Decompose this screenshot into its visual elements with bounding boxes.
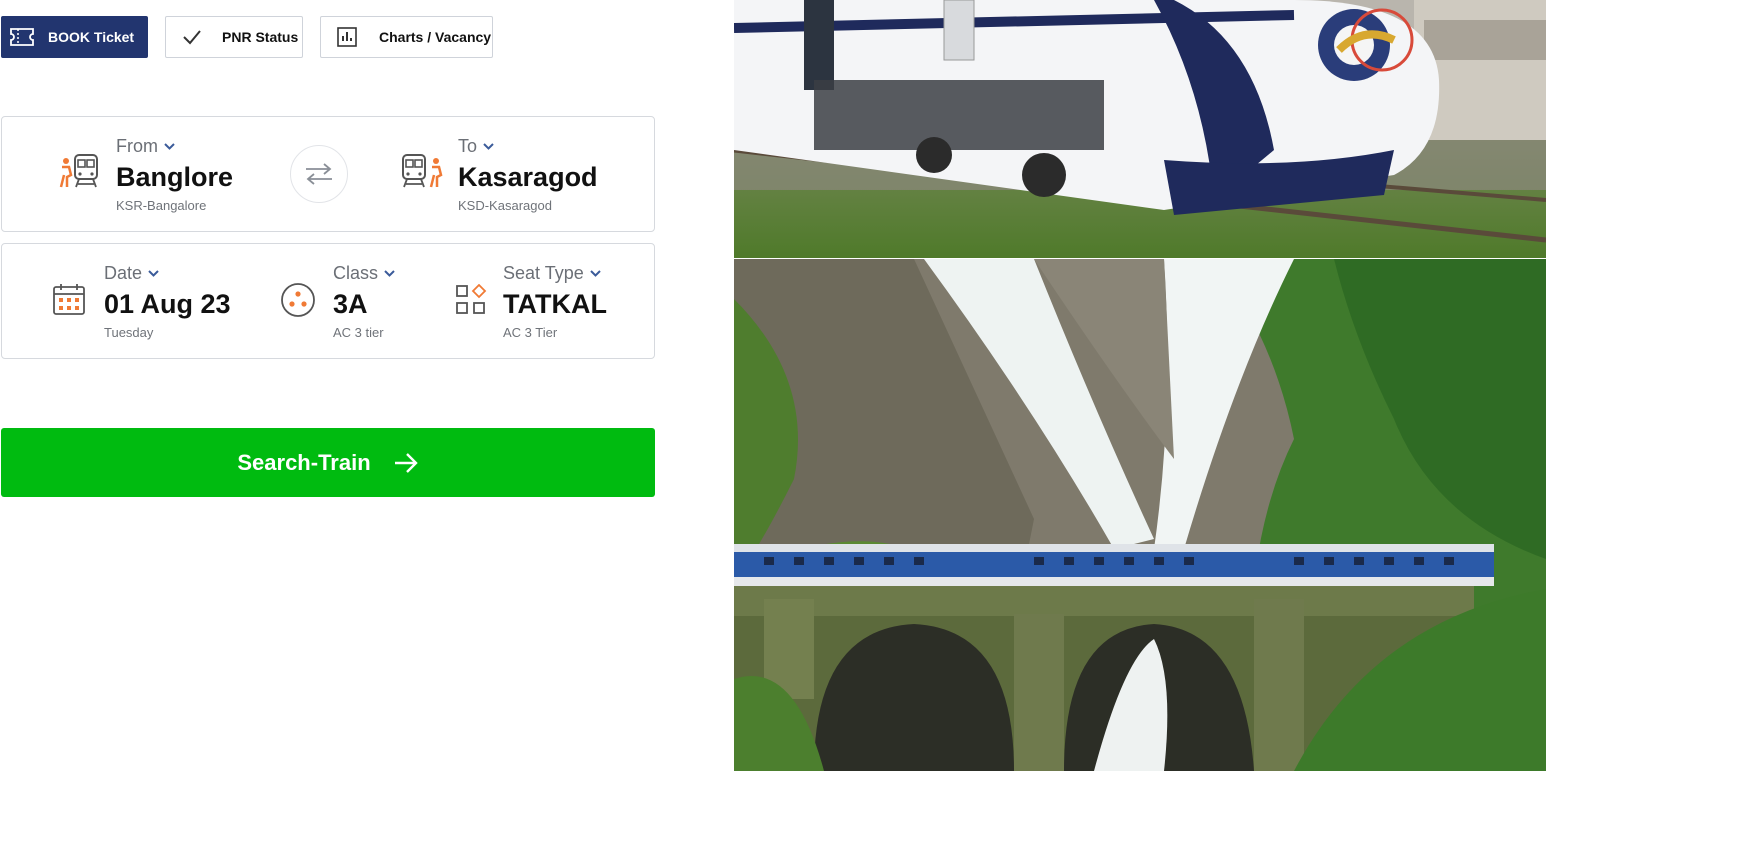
tab-charts-vacancy-label: Charts / Vacancy bbox=[379, 29, 492, 45]
route-card: From Banglore KSR-Bangalore To Kasaragod… bbox=[1, 116, 655, 232]
to-label: To bbox=[458, 136, 478, 156]
grid-apps-icon bbox=[455, 283, 487, 321]
calendar-icon bbox=[52, 282, 86, 321]
tab-book-ticket[interactable]: BOOK Ticket bbox=[1, 16, 148, 58]
class-seat-icon bbox=[280, 282, 316, 323]
chevron-down-icon bbox=[483, 143, 494, 150]
from-label-row: From bbox=[116, 136, 175, 157]
train-passenger-icon bbox=[400, 151, 444, 196]
from-station-field[interactable]: From Banglore KSR-Bangalore bbox=[2, 117, 282, 231]
from-station-code: KSR-Bangalore bbox=[116, 198, 207, 213]
date-value: 01 Aug 23 bbox=[104, 289, 231, 319]
date-weekday: Tuesday bbox=[104, 325, 154, 340]
swap-arrows-icon bbox=[306, 163, 332, 185]
chevron-down-icon bbox=[148, 270, 159, 277]
from-label: From bbox=[116, 136, 158, 156]
class-value: 3A bbox=[333, 289, 368, 319]
date-label-row: Date bbox=[104, 263, 159, 284]
seat-type-field[interactable]: Seat Type TATKAL AC 3 Tier bbox=[447, 244, 654, 358]
class-label: Class bbox=[333, 263, 379, 283]
bar-chart-icon bbox=[327, 27, 367, 47]
to-station-code: KSD-Kasaragod bbox=[458, 198, 552, 213]
vande-bharat-train-photo bbox=[734, 0, 1546, 258]
class-description: AC 3 tier bbox=[333, 325, 384, 340]
class-field[interactable]: Class 3A AC 3 tier bbox=[272, 244, 442, 358]
chevron-down-icon bbox=[590, 270, 601, 277]
swap-stations-button[interactable] bbox=[290, 145, 348, 203]
tab-pnr-status[interactable]: PNR Status bbox=[165, 16, 303, 58]
chevron-down-icon bbox=[164, 143, 175, 150]
search-train-label: Search-Train bbox=[237, 449, 371, 475]
seat-type-label: Seat Type bbox=[503, 263, 584, 283]
tab-charts-vacancy[interactable]: Charts / Vacancy bbox=[320, 16, 493, 58]
chevron-down-icon bbox=[384, 270, 395, 277]
seat-type-label-row: Seat Type bbox=[503, 263, 601, 284]
to-label-row: To bbox=[458, 136, 494, 157]
check-icon bbox=[172, 29, 212, 45]
ticket-icon bbox=[2, 27, 42, 47]
journey-card: Date 01 Aug 23 Tuesday Class 3A AC 3 tie… bbox=[1, 243, 655, 359]
date-field[interactable]: Date 01 Aug 23 Tuesday bbox=[2, 244, 262, 358]
class-label-row: Class bbox=[333, 263, 395, 284]
arrow-right-icon bbox=[394, 452, 418, 473]
to-station-field[interactable]: To Kasaragod KSD-Kasaragod bbox=[382, 117, 654, 231]
train-passenger-icon bbox=[58, 151, 102, 196]
date-label: Date bbox=[104, 263, 143, 283]
seat-type-value: TATKAL bbox=[503, 289, 607, 319]
search-train-button[interactable]: Search-Train bbox=[1, 428, 655, 497]
waterfall-train-bridge-photo bbox=[734, 259, 1546, 771]
tab-pnr-status-label: PNR Status bbox=[222, 29, 299, 45]
from-city: Banglore bbox=[116, 162, 234, 192]
to-city: Kasaragod bbox=[458, 162, 598, 192]
seat-type-description: AC 3 Tier bbox=[503, 325, 558, 340]
tab-book-ticket-label: BOOK Ticket bbox=[48, 29, 135, 45]
